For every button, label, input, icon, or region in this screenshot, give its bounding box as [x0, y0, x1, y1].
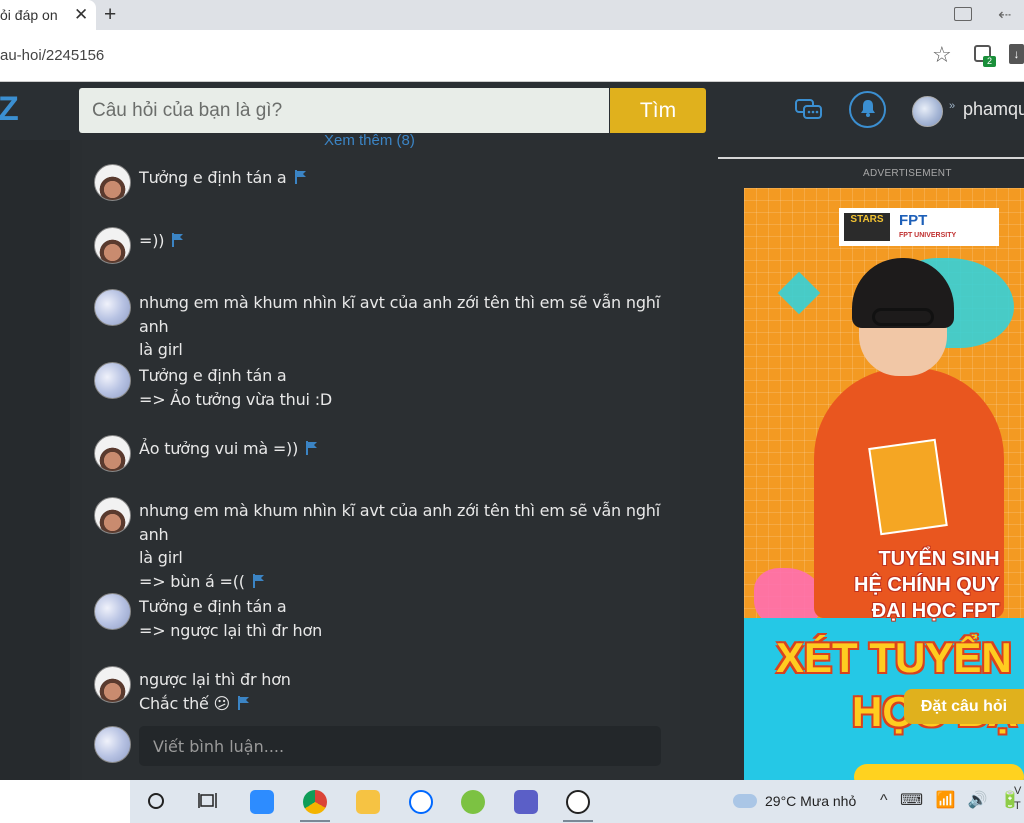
download-icon[interactable]: ↓: [1009, 44, 1024, 64]
url-field[interactable]: au-hoi/2245156: [0, 47, 104, 64]
comment-line: là girl: [139, 340, 183, 359]
user-avatar[interactable]: [912, 96, 943, 127]
clock-line: T: [1014, 800, 1021, 812]
reply-box: [94, 726, 664, 768]
ad-big-text: XÉT TUYỂN: [776, 634, 1012, 681]
comment-line: là girl: [139, 548, 183, 567]
comment-text: =)): [139, 229, 669, 253]
search-input[interactable]: [79, 88, 609, 133]
chevron-down-icon[interactable]: »: [949, 100, 955, 112]
comment-line: => Ảo tưởng vừa thui :D: [139, 389, 333, 409]
flag-icon[interactable]: [252, 573, 265, 588]
notifications-button[interactable]: [849, 91, 886, 128]
comment-line: nhưng em mà khum nhìn kĩ avt của anh zới…: [139, 293, 660, 336]
system-tray[interactable]: ^ ⌨ 📶 🔊 🔋: [880, 790, 1024, 810]
comments-panel: Xem thêm (8) Tưởng e định tán a =)) nhưn…: [82, 132, 680, 780]
zoom-icon[interactable]: [250, 790, 274, 814]
close-tab-icon[interactable]: ✕: [74, 5, 88, 25]
teams-icon[interactable]: [514, 790, 538, 814]
ask-question-button[interactable]: Đặt câu hỏi: [904, 689, 1024, 724]
comment-avatar[interactable]: [94, 593, 131, 630]
new-tab-button[interactable]: +: [104, 3, 116, 27]
file-explorer-icon[interactable]: [356, 790, 380, 814]
comment-line: ngược lại thì đr hơn: [139, 670, 291, 689]
stars-logo: STARS: [844, 213, 890, 241]
divider: [718, 157, 1024, 159]
messages-icon[interactable]: [795, 98, 823, 122]
comment-avatar[interactable]: [94, 666, 131, 703]
ad-cta-button: [854, 764, 1024, 780]
ad-book: [868, 438, 948, 536]
flag-icon[interactable]: [306, 441, 318, 455]
comment-input[interactable]: [139, 726, 661, 766]
clock-line: V: [1014, 785, 1022, 797]
taskbar: 29°C Mưa nhỏ ^ ⌨ 📶 🔊 🔋 V T: [0, 780, 1024, 823]
active-app-indicator: [563, 820, 593, 822]
username[interactable]: phamqu: [963, 99, 1024, 120]
browser-tab[interactable]: ỏi đáp on ✕: [0, 0, 96, 30]
clock[interactable]: V T: [1014, 784, 1021, 814]
tab-search-icon[interactable]: [954, 7, 972, 21]
zalo-icon[interactable]: [409, 790, 433, 814]
flag-icon[interactable]: [294, 170, 307, 184]
ad-logo: STARS FPT FPT UNIVERSITY: [839, 208, 999, 246]
flag-icon[interactable]: [238, 695, 250, 710]
comment-avatar[interactable]: [94, 227, 131, 264]
comment-line: => ngược lại thì đr hơn: [139, 620, 323, 640]
comment-line: =)): [139, 231, 165, 250]
flag-icon[interactable]: [172, 233, 184, 247]
site-header: Z Tìm » phamqu: [0, 82, 1024, 140]
bookmark-star-icon[interactable]: ☆: [932, 42, 952, 68]
site-logo[interactable]: Z: [0, 90, 19, 129]
comment-text: Ảo tưởng vui mà =)): [139, 437, 669, 461]
app-icon[interactable]: [566, 790, 590, 814]
bell-icon: [861, 100, 875, 117]
comment-avatar[interactable]: [94, 289, 131, 326]
minimize-icon[interactable]: ⇠: [998, 5, 1011, 25]
comment-text: Tưởng e định tán a => ngược lại thì đr h…: [139, 595, 669, 642]
cortana-icon[interactable]: [147, 792, 165, 810]
coccoc-icon[interactable]: [461, 790, 485, 814]
ad-person-glasses: [872, 308, 934, 326]
comment-text: nhưng em mà khum nhìn kĩ avt của anh zới…: [139, 499, 669, 593]
comment-text: Tưởng e định tán a => Ảo tưởng vừa thui …: [139, 364, 669, 411]
see-more-link[interactable]: Xem thêm (8): [324, 132, 415, 149]
ad-label: ADVERTISEMENT: [863, 168, 952, 179]
comment-line: Tưởng e định tán a: [139, 168, 287, 187]
ad-headline: TUYỂN SINH HỆ CHÍNH QUY ĐẠI HỌC FPT: [854, 546, 1000, 624]
ad-headline-line: TUYỂN SINH: [878, 548, 1000, 570]
comment-text: ngược lại thì đr hơn Chắc thế 😕: [139, 668, 669, 715]
comment-line: nhưng em mà khum nhìn kĩ avt của anh zới…: [139, 501, 660, 544]
comment-avatar[interactable]: [94, 497, 131, 534]
taskbar-search[interactable]: [0, 780, 130, 823]
weather-text[interactable]: 29°C Mưa nhỏ: [765, 793, 856, 809]
address-bar: au-hoi/2245156 ☆ 2 ↓: [0, 30, 1024, 82]
left-sidebar: [0, 140, 70, 780]
my-avatar: [94, 726, 131, 763]
fpt-logo: FPT: [899, 212, 928, 229]
comment-line: Tưởng e định tán a: [139, 597, 287, 616]
comment-line: Chắc thế 😕: [139, 693, 231, 713]
fpt-logo-sub: FPT UNIVERSITY: [899, 232, 957, 239]
search-button[interactable]: Tìm: [610, 88, 706, 133]
comment-avatar[interactable]: [94, 164, 131, 201]
ad-headline-line: HỆ CHÍNH QUY: [854, 574, 1000, 596]
comment-line: Tưởng e định tán a: [139, 366, 287, 385]
tab-title: ỏi đáp on: [0, 7, 58, 23]
ad-headline-line: ĐẠI HỌC FPT: [871, 600, 1000, 622]
comment-text: Tưởng e định tán a: [139, 166, 669, 190]
comment-avatar[interactable]: [94, 362, 131, 399]
browser-tab-bar: ỏi đáp on ✕ + ⇠: [0, 0, 1024, 30]
comment-line: Ảo tưởng vui mà =)): [139, 439, 299, 458]
comment-line: => bùn á =((: [139, 571, 245, 591]
right-sidebar: ADVERTISEMENT STARS FPT FPT UNIVERSITY T…: [680, 140, 1024, 780]
chrome-icon[interactable]: [303, 790, 327, 814]
weather-icon: [733, 794, 757, 808]
active-app-indicator: [300, 820, 330, 822]
task-view-icon[interactable]: [198, 792, 218, 810]
comment-text: nhưng em mà khum nhìn kĩ avt của anh zới…: [139, 291, 669, 362]
extension-badge: 2: [983, 56, 996, 67]
comment-avatar[interactable]: [94, 435, 131, 472]
